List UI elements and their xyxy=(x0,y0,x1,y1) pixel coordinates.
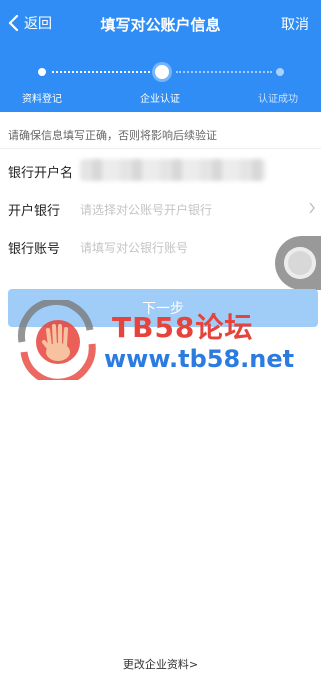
watermark: TB58论坛 www.tb58.net xyxy=(14,300,314,380)
account-name-value-blurred xyxy=(80,159,266,181)
bank-select-row[interactable]: 开户银行 请选择对公账号开户银行 xyxy=(0,190,321,226)
header: 返回 填写对公账户信息 取消 资料登记 企业认证 认证成功 xyxy=(0,0,321,112)
step-dot-active xyxy=(155,65,169,79)
progress-steps: 资料登记 企业认证 认证成功 xyxy=(0,60,321,110)
floating-ball-icon xyxy=(284,247,316,279)
bank-select-placeholder: 请选择对公账号开户银行 xyxy=(80,203,213,217)
step-connector xyxy=(52,71,150,73)
account-number-input[interactable]: 请填写对公银行账号 xyxy=(80,239,188,256)
watermark-logo-icon xyxy=(18,300,96,380)
nav-bar: 返回 填写对公账户信息 取消 xyxy=(0,0,321,48)
page-title: 填写对公账户信息 xyxy=(100,16,221,34)
step-label-verify: 企业认证 xyxy=(140,94,180,105)
floating-assistive-button[interactable] xyxy=(275,236,321,290)
divider xyxy=(0,148,321,149)
cancel-button[interactable]: 取消 xyxy=(281,14,309,34)
change-company-info-link[interactable]: 更改企业资料> xyxy=(0,656,321,672)
form-tip: 请确保信息填写正确，否则将影响后续验证 xyxy=(8,129,217,142)
bank-label: 开户银行 xyxy=(8,204,61,219)
watermark-title: TB58论坛 xyxy=(112,311,254,344)
account-name-label: 银行开户名 xyxy=(8,166,74,181)
chevron-right-icon xyxy=(309,202,315,214)
step-label-register: 资料登记 xyxy=(22,94,62,105)
step-label-success: 认证成功 xyxy=(258,94,298,105)
account-number-label: 银行账号 xyxy=(8,242,61,257)
step-dot-pending xyxy=(276,68,284,76)
account-name-row[interactable]: 银行开户名 xyxy=(0,152,321,188)
step-connector xyxy=(176,71,272,73)
account-number-row[interactable]: 银行账号 请填写对公银行账号 xyxy=(0,228,321,264)
watermark-url: www.tb58.net xyxy=(104,345,295,373)
step-dot-done xyxy=(38,68,46,76)
